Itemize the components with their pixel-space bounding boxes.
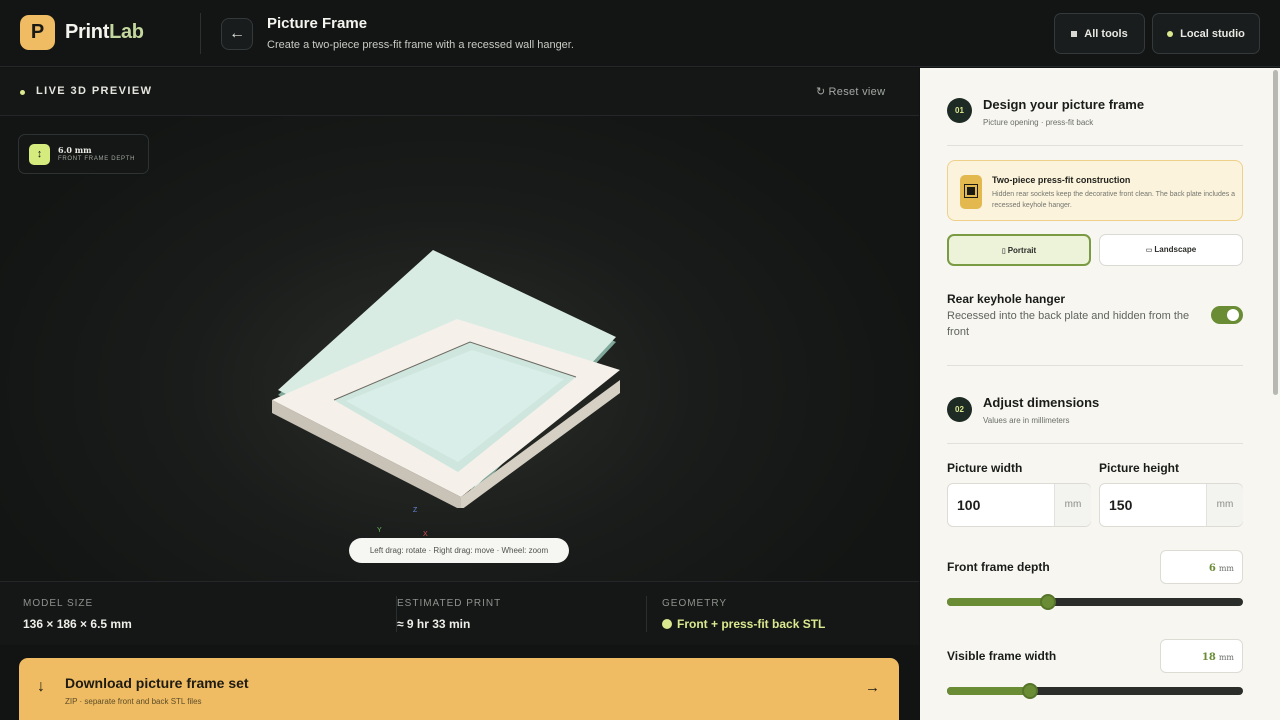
axis-y-label: Y — [377, 527, 382, 534]
portrait-label: Portrait — [1007, 246, 1037, 255]
arrow-left-icon: ← — [229, 25, 245, 42]
model-size-value: 136 × 186 × 6.5 mm — [23, 617, 132, 631]
local-studio-button[interactable]: Local studio — [1152, 13, 1260, 54]
geometry-value: Front + press-fit back STL — [662, 617, 825, 631]
geometry-text: Front + press-fit back STL — [677, 617, 826, 631]
hanger-description: Recessed into the back plate and hidden … — [947, 310, 1190, 338]
visible-frame-width-value: 18 — [1201, 652, 1216, 663]
brand-accent: Lab — [109, 21, 144, 43]
step-1-title: Design your picture frame — [983, 97, 1145, 112]
model-size-label: MODEL SIZE — [23, 598, 94, 609]
status-dot-icon — [1167, 30, 1174, 37]
estimated-print-label: ESTIMATED PRINT — [397, 598, 502, 609]
download-title: Download picture frame set — [65, 675, 249, 691]
portrait-option[interactable]: ▯ Portrait — [947, 234, 1091, 266]
live-dot-icon — [20, 90, 25, 95]
axis-x-label: X — [423, 531, 428, 538]
preview-panel: LIVE 3D PREVIEW ↻ Reset view ↕ 6.0 mm FRO… — [0, 68, 919, 581]
step-2-badge: 02 — [947, 397, 972, 422]
picture-width-input[interactable]: 100 mm — [947, 483, 1091, 527]
grid-icon — [1071, 30, 1078, 37]
info-text: Hidden rear sockets keep the decorative … — [992, 191, 1236, 209]
reset-view-label: Reset view — [828, 86, 886, 98]
info-title: Two-piece press-fit construction — [992, 175, 1131, 185]
estimated-print-value: ≈ 9 hr 33 min — [397, 617, 471, 631]
step-2-subtitle: Values are in millimeters — [983, 416, 1070, 425]
page-title: Picture Frame — [267, 15, 368, 32]
hanger-toggle[interactable] — [1211, 306, 1243, 324]
picture-height-input[interactable]: 150 mm — [1099, 483, 1243, 527]
depth-badge-caption: FRONT FRAME DEPTH — [58, 156, 136, 162]
picture-width-label: Picture width — [947, 461, 1023, 475]
controls-hint: Left drag: rotate · Right drag: move · W… — [349, 538, 569, 563]
step-2-title: Adjust dimensions — [983, 395, 1100, 410]
geometry-dot-icon — [662, 619, 672, 629]
landscape-label: Landscape — [1154, 245, 1197, 254]
picture-height-unit: mm — [1206, 484, 1243, 526]
picture-width-unit: mm — [1054, 484, 1091, 526]
depth-badge-value: 6.0 mm — [58, 145, 92, 155]
page-subtitle: Create a two-piece press-fit frame with … — [267, 39, 574, 51]
visible-frame-width-input[interactable]: 18 mm — [1160, 639, 1243, 673]
depth-badge: ↕ 6.0 mm FRONT FRAME DEPTH — [18, 134, 149, 174]
settings-panel: 01 Design your picture frame Picture ope… — [920, 68, 1280, 720]
slider-thumb[interactable] — [1039, 594, 1056, 610]
hanger-title: Rear keyhole hanger — [947, 292, 1066, 306]
all-tools-button[interactable]: All tools — [1054, 13, 1145, 54]
step-1-badge: 01 — [947, 98, 972, 123]
press-fit-icon — [960, 175, 982, 209]
arrow-right-icon: → — [865, 679, 880, 696]
reset-icon: ↻ — [816, 86, 826, 98]
preview-header: LIVE 3D PREVIEW ↻ Reset view — [0, 68, 919, 116]
front-frame-depth-slider[interactable] — [947, 594, 1243, 610]
front-frame-depth-unit: mm — [1218, 564, 1234, 573]
depth-arrows-icon: ↕ — [29, 144, 50, 165]
header-divider — [200, 13, 201, 54]
model-stats: MODEL SIZE 136 × 186 × 6.5 mm ESTIMATED … — [0, 581, 919, 645]
picture-width-value: 100 — [957, 497, 981, 513]
live-preview-label: LIVE 3D PREVIEW — [36, 85, 153, 97]
all-tools-label: All tools — [1084, 27, 1128, 40]
app-logo[interactable]: P — [20, 15, 55, 50]
section-divider — [947, 145, 1243, 146]
geometry-label: GEOMETRY — [662, 598, 728, 609]
download-arrow-icon: ↓ — [37, 678, 45, 695]
panel-scrollbar[interactable] — [1273, 70, 1278, 395]
landscape-icon: ▭ — [1145, 247, 1153, 254]
landscape-option[interactable]: ▭ Landscape — [1099, 234, 1243, 266]
local-studio-label: Local studio — [1180, 27, 1245, 40]
section-divider — [947, 365, 1243, 366]
construction-info-card: Two-piece press-fit construction Hidden … — [947, 160, 1243, 221]
step-1-subtitle: Picture opening · press-fit back — [983, 118, 1094, 127]
front-frame-depth-input[interactable]: 6 mm — [1160, 550, 1243, 584]
download-subtitle: ZIP · separate front and back STL files — [65, 697, 202, 706]
back-button[interactable]: ← — [221, 18, 253, 50]
slider-fill — [947, 598, 1048, 606]
toggle-knob — [1227, 309, 1239, 321]
visible-frame-width-unit: mm — [1218, 653, 1234, 662]
slider-fill — [947, 687, 1030, 695]
model-3d-viewport[interactable] — [250, 238, 650, 508]
picture-height-value: 150 — [1109, 497, 1133, 513]
visible-frame-width-slider[interactable] — [947, 683, 1243, 699]
picture-height-label: Picture height — [1099, 461, 1180, 475]
portrait-icon: ▯ — [1001, 248, 1006, 255]
axis-z-label: Z — [413, 507, 418, 514]
front-frame-depth-label: Front frame depth — [947, 560, 1050, 574]
stat-divider — [646, 596, 647, 632]
slider-thumb[interactable] — [1021, 683, 1038, 699]
visible-frame-width-label: Visible frame width — [947, 649, 1057, 663]
brand-name: PrintLab — [65, 21, 144, 44]
top-bar: P PrintLab ← Picture Frame Create a two-… — [0, 0, 1280, 67]
download-button[interactable]: ↓ Download picture frame set ZIP · separ… — [19, 658, 899, 720]
front-frame-depth-value: 6 — [1208, 563, 1216, 574]
section-divider — [947, 443, 1243, 444]
reset-view-button[interactable]: ↻ Reset view — [816, 85, 885, 98]
brand-main: Print — [65, 21, 110, 43]
